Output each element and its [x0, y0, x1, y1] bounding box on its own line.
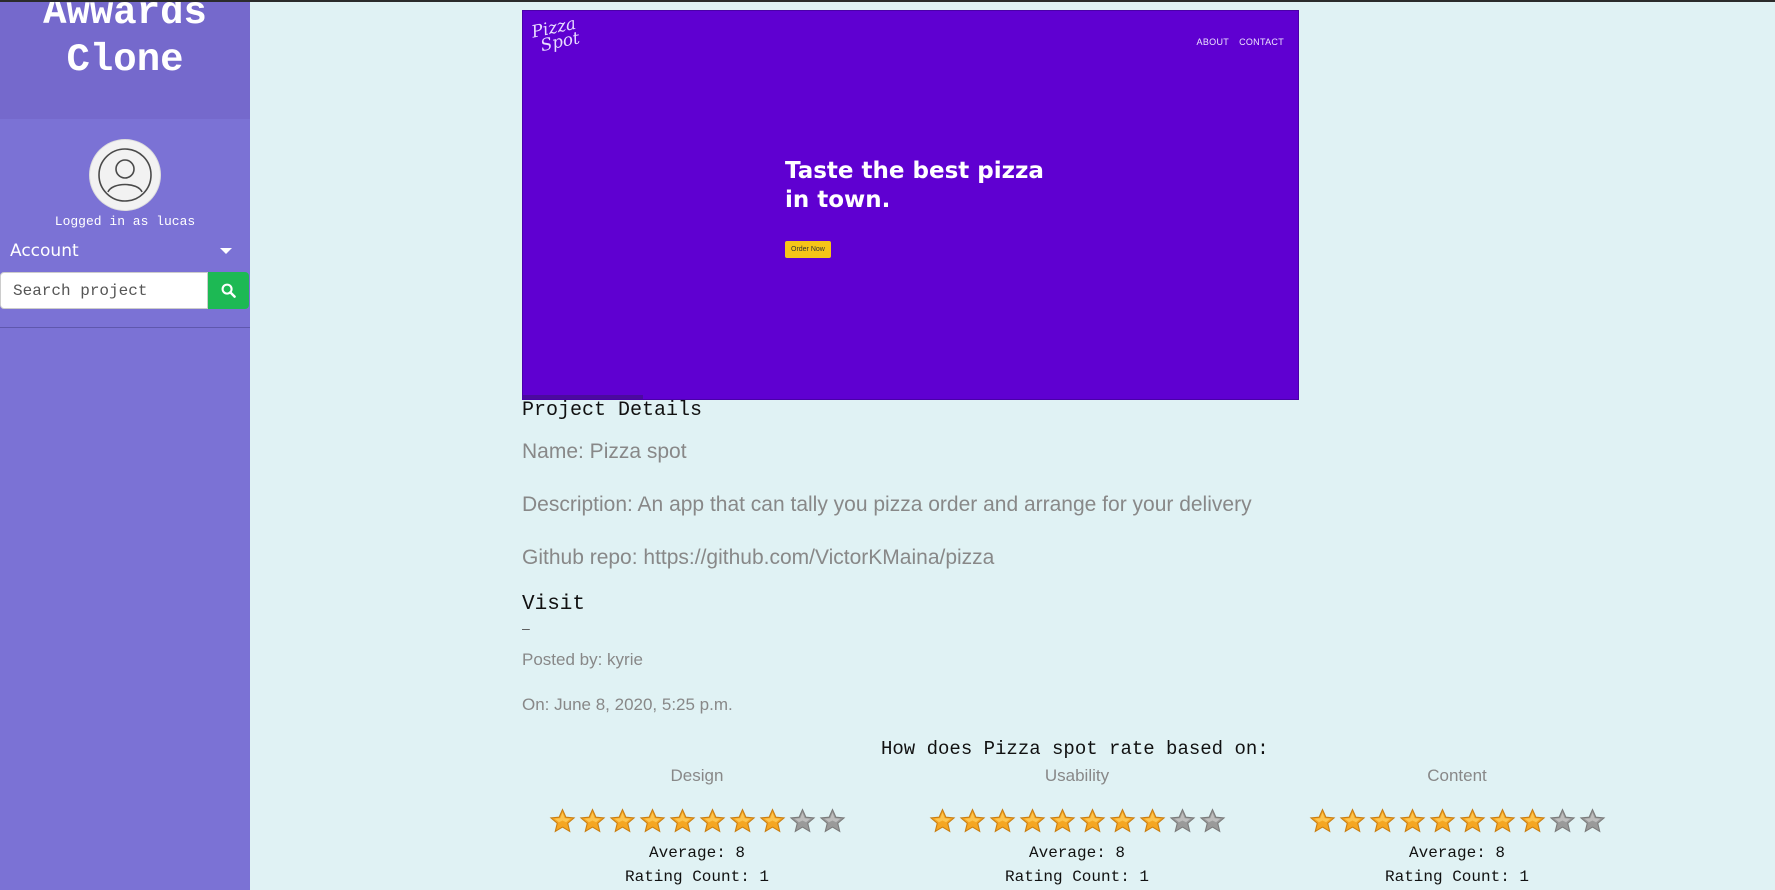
- hero-nav-contact: CONTACT: [1239, 37, 1284, 47]
- star-icon[interactable]: [549, 808, 576, 833]
- star-rating[interactable]: [532, 808, 862, 833]
- project-description: Description: An app that can tally you p…: [522, 493, 1252, 516]
- brand-logo[interactable]: Awwards Clone: [0, 2, 250, 119]
- project-github: Github repo: https://github.com/VictorKM…: [522, 546, 995, 569]
- project-name: Name: Pizza spot: [522, 440, 687, 463]
- star-icon[interactable]: [1459, 808, 1486, 833]
- star-icon[interactable]: [1489, 808, 1516, 833]
- profile: Logged in as lucas: [0, 119, 250, 230]
- hero-order-button: Order Now: [785, 241, 831, 258]
- star-icon[interactable]: [1019, 808, 1046, 833]
- hero-nav-about: ABOUT: [1196, 37, 1230, 47]
- rating-average: Average: 8: [648, 844, 745, 862]
- star-icon[interactable]: [1579, 808, 1606, 833]
- star-icon[interactable]: [1519, 808, 1546, 833]
- star-icon[interactable]: [929, 808, 956, 833]
- star-icon[interactable]: [669, 808, 696, 833]
- star-icon[interactable]: [1049, 808, 1076, 833]
- search-form: [0, 272, 250, 328]
- rating-usability: Usability Average: 8 Rating Count: 1: [912, 766, 1242, 889]
- star-icon[interactable]: [1139, 808, 1166, 833]
- rating-category: Usability: [1044, 766, 1110, 785]
- rating-content: Content Average: 8 Rating Count: 1: [1292, 766, 1622, 889]
- rating-count: Rating Count: 1: [624, 868, 770, 886]
- star-icon[interactable]: [989, 808, 1016, 833]
- rating-count: Rating Count: 1: [1384, 868, 1530, 886]
- posted-by: Posted by: kyrie: [522, 650, 643, 669]
- account-dropdown[interactable]: Account: [0, 230, 250, 272]
- rating-average: Average: 8: [1408, 844, 1505, 862]
- star-icon[interactable]: [819, 808, 846, 833]
- project-screenshot: Pizza Spot ABOUT CONTACT Taste the best …: [522, 10, 1299, 400]
- star-icon[interactable]: [1199, 808, 1226, 833]
- star-icon[interactable]: [1169, 808, 1196, 833]
- rating-count: Rating Count: 1: [1004, 868, 1150, 886]
- search-icon: [221, 283, 236, 298]
- star-icon[interactable]: [1369, 808, 1396, 833]
- posted-on: On: June 8, 2020, 5:25 p.m.: [522, 695, 733, 714]
- star-icon[interactable]: [1109, 808, 1136, 833]
- pizza-spot-logo: Pizza Spot: [529, 13, 582, 57]
- star-icon[interactable]: [1399, 808, 1426, 833]
- hero-nav: ABOUT CONTACT: [1197, 37, 1284, 47]
- logged-in-text: Logged in as lucas: [54, 214, 196, 229]
- star-icon[interactable]: [699, 808, 726, 833]
- star-icon[interactable]: [789, 808, 816, 833]
- brand-title-line2: Clone: [66, 38, 184, 82]
- caret-down-icon: [220, 248, 232, 254]
- hero-title: Taste the best pizza in town.: [785, 158, 1044, 213]
- project-details-title: Project Details: [522, 399, 703, 422]
- star-icon[interactable]: [1079, 808, 1106, 833]
- divider-dash: –: [522, 620, 530, 636]
- visit-link[interactable]: Visit: [522, 593, 585, 616]
- star-icon[interactable]: [959, 808, 986, 833]
- brand-title-line1: Awwards: [43, 2, 207, 35]
- star-icon[interactable]: [639, 808, 666, 833]
- star-icon[interactable]: [1429, 808, 1456, 833]
- star-icon[interactable]: [1549, 808, 1576, 833]
- star-icon[interactable]: [729, 808, 756, 833]
- account-label: Account: [10, 241, 79, 261]
- star-icon[interactable]: [579, 808, 606, 833]
- rating-category: Design: [670, 766, 724, 785]
- rating-average: Average: 8: [1028, 844, 1125, 862]
- star-icon[interactable]: [759, 808, 786, 833]
- rating-design: Design Average: 8 Rating Count: 1: [532, 766, 862, 889]
- star-icon[interactable]: [609, 808, 636, 833]
- star-icon[interactable]: [1309, 808, 1336, 833]
- star-rating[interactable]: [912, 808, 1242, 833]
- search-button[interactable]: [208, 272, 249, 309]
- sidebar: Awwards Clone Logged in as lucas Account: [0, 2, 250, 890]
- star-icon[interactable]: [1339, 808, 1366, 833]
- search-input[interactable]: [0, 272, 208, 309]
- user-avatar-icon[interactable]: [90, 140, 160, 210]
- rating-category: Content: [1427, 766, 1487, 785]
- rating-title: How does Pizza spot rate based on:: [881, 738, 1269, 760]
- star-rating[interactable]: [1292, 808, 1622, 833]
